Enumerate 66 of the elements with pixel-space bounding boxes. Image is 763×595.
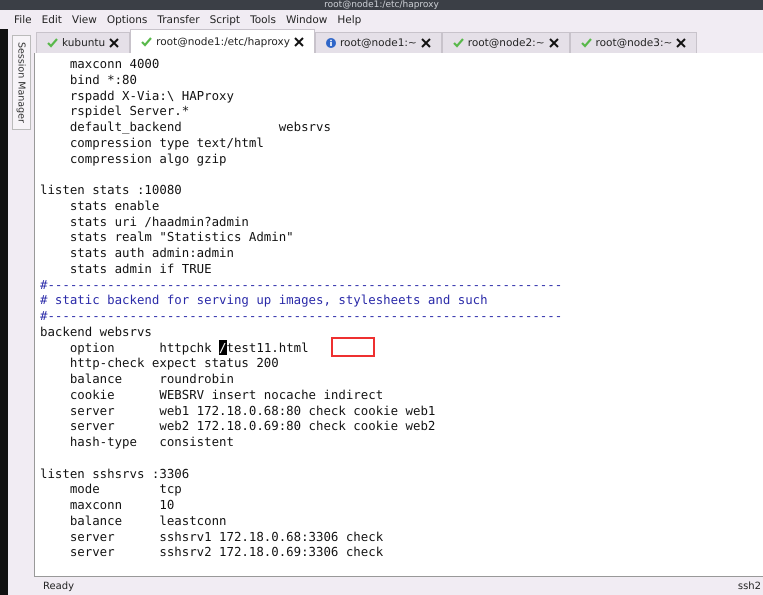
- menu-item[interactable]: Transfer: [157, 14, 200, 26]
- terminal-line: balance roundrobin: [68, 371, 235, 387]
- terminal-line: compression type text/html: [68, 134, 265, 150]
- session-manager-tab[interactable]: Session Manager: [12, 35, 30, 130]
- terminal-line: stats admin if TRUE: [68, 260, 213, 276]
- menu-item[interactable]: Script: [210, 14, 240, 26]
- check-icon: [452, 38, 464, 48]
- terminal-line: rspidel Server.*: [68, 103, 190, 119]
- highlight-rectangle: [330, 337, 375, 358]
- check-icon: [580, 38, 592, 48]
- close-icon[interactable]: [294, 36, 304, 46]
- terminal-line: rspadd X-Via:\ HAProxy: [68, 88, 235, 104]
- terminal-line: http-check expect status 200: [68, 355, 280, 371]
- terminal-line: listen sshsrvs :3306: [40, 466, 190, 482]
- terminal-line: server sshsrv2 172.18.0.69:3306 check: [68, 544, 384, 560]
- close-icon[interactable]: [676, 38, 686, 48]
- session-tab[interactable]: root@node1:~: [314, 32, 442, 53]
- terminal-line: backend websrvs: [40, 324, 153, 340]
- terminal-line: stats uri /haadmin?admin: [68, 214, 250, 230]
- terminal-line: balance leastconn: [68, 512, 228, 528]
- menu-item[interactable]: Help: [337, 14, 362, 26]
- cursor: /: [219, 340, 227, 354]
- status-text: Ready: [43, 580, 74, 592]
- info-icon: [326, 38, 336, 48]
- close-icon[interactable]: [420, 38, 431, 48]
- terminal-line: maxconn 10: [68, 497, 176, 513]
- comment-line: # static backend for serving up images, stylesheets and such: [40, 292, 489, 308]
- menu-item[interactable]: Options: [106, 14, 148, 26]
- window-title: root@node1:/etc/haproxy: [324, 0, 439, 10]
- check-icon: [47, 38, 58, 48]
- protocol-label: ssh2: [738, 580, 761, 592]
- terminal-line: stats auth admin:admin: [68, 245, 235, 261]
- terminal-line: listen stats :10080: [40, 182, 183, 198]
- terminal-line: cookie WEBSRV insert nocache indirect: [68, 386, 384, 402]
- terminal-line: default_backend websrvs: [68, 119, 332, 135]
- terminal-line: option httpchk /test11.html: [68, 340, 309, 356]
- close-icon[interactable]: [548, 38, 559, 48]
- terminal-line: mode tcp: [68, 481, 183, 497]
- menu-item[interactable]: Tools: [250, 14, 276, 26]
- session-tab[interactable]: kubuntu: [36, 32, 130, 53]
- tab-label: kubuntu: [62, 37, 106, 49]
- session-tab[interactable]: root@node2:~: [442, 32, 570, 53]
- session-tab[interactable]: root@node1:/etc/haproxy: [130, 29, 315, 53]
- session-tab[interactable]: root@node3:~: [570, 32, 698, 53]
- terminal-line: stats realm "Statistics Admin": [68, 229, 295, 245]
- menu-item[interactable]: View: [72, 14, 97, 26]
- check-icon: [141, 36, 152, 46]
- terminal-line: compression algo gzip: [68, 150, 228, 166]
- tab-label: root@node2:~: [468, 37, 545, 49]
- comment-line: #---------------------------------------------------------------------: [40, 276, 564, 292]
- comment-line: #---------------------------------------------------------------------: [40, 308, 564, 324]
- tab-label: root@node1:/etc/haproxy: [156, 36, 290, 48]
- terminal[interactable]: [34, 53, 763, 577]
- terminal-line: stats enable: [68, 198, 160, 214]
- terminal-line: server web1 172.18.0.68:80 check cookie web1: [68, 402, 436, 418]
- menu-item[interactable]: File: [14, 14, 32, 26]
- terminal-line: server sshsrv1 172.18.0.68:3306 check: [68, 528, 384, 544]
- tab-label: root@node1:~: [340, 37, 417, 49]
- close-icon[interactable]: [109, 38, 120, 48]
- tab-label: root@node3:~: [596, 37, 672, 49]
- terminal-line: maxconn 4000: [68, 56, 160, 72]
- terminal-line: bind *:80: [68, 72, 138, 88]
- menu-item[interactable]: Window: [286, 14, 328, 26]
- menu-item[interactable]: Edit: [42, 14, 62, 26]
- terminal-line: hash-type consistent: [68, 434, 235, 450]
- terminal-line: server web2 172.18.0.69:80 check cookie web2: [68, 418, 436, 434]
